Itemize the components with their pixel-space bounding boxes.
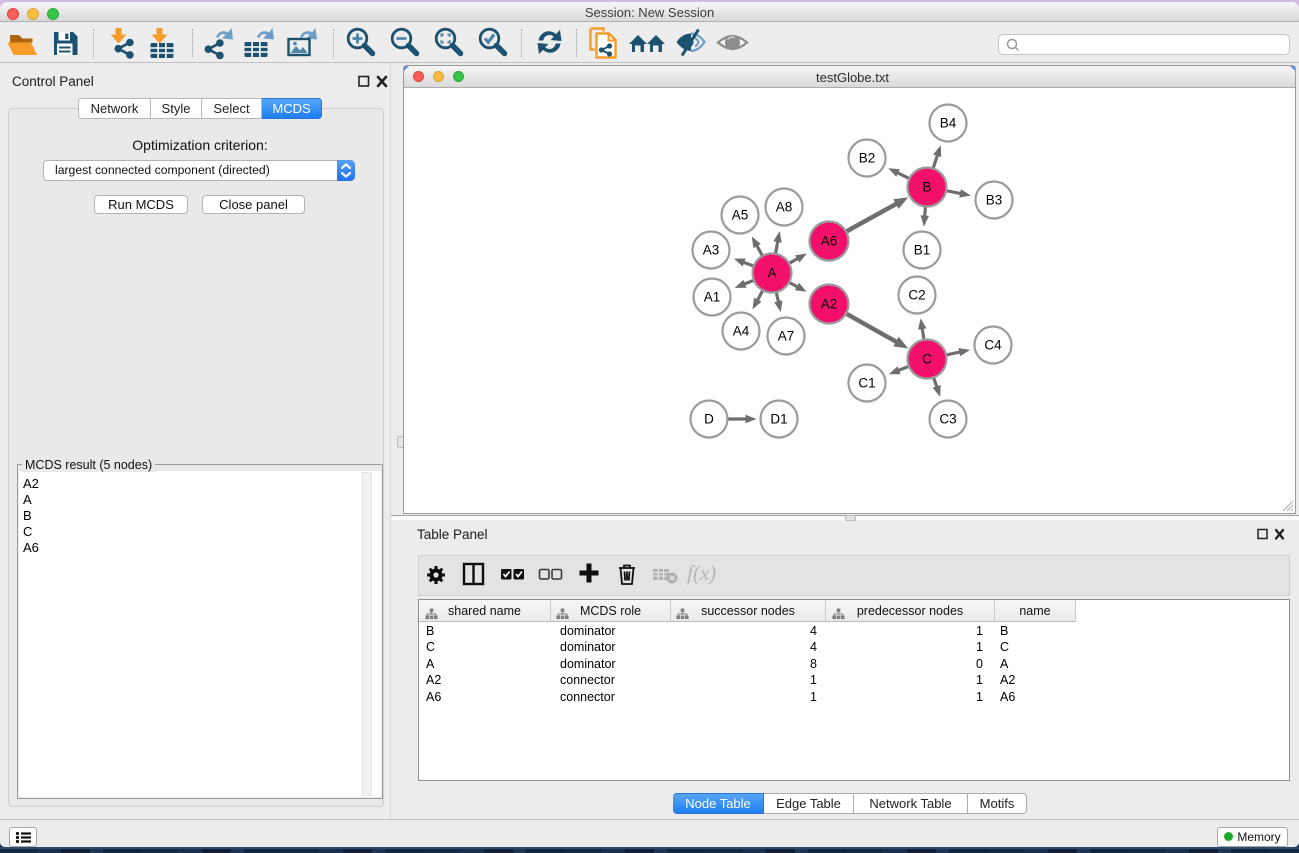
svg-text:C: C: [922, 352, 932, 367]
svg-text:B2: B2: [859, 151, 876, 166]
svg-text:C2: C2: [908, 288, 925, 303]
svg-text:A7: A7: [778, 329, 795, 344]
svg-text:A4: A4: [733, 324, 750, 339]
svg-text:B1: B1: [914, 243, 931, 258]
svg-text:B4: B4: [940, 116, 957, 131]
svg-text:A1: A1: [704, 290, 721, 305]
svg-text:B3: B3: [986, 193, 1003, 208]
svg-text:B: B: [922, 180, 931, 195]
svg-text:D1: D1: [770, 412, 787, 427]
svg-text:C3: C3: [939, 412, 956, 427]
svg-text:C4: C4: [984, 338, 1002, 353]
svg-text:A5: A5: [732, 208, 749, 223]
svg-text:A2: A2: [821, 297, 838, 312]
svg-text:A: A: [767, 266, 776, 281]
svg-text:A6: A6: [821, 234, 838, 249]
svg-text:D: D: [704, 412, 714, 427]
svg-text:A8: A8: [776, 200, 793, 215]
svg-text:A3: A3: [703, 243, 720, 258]
svg-text:C1: C1: [858, 376, 875, 391]
